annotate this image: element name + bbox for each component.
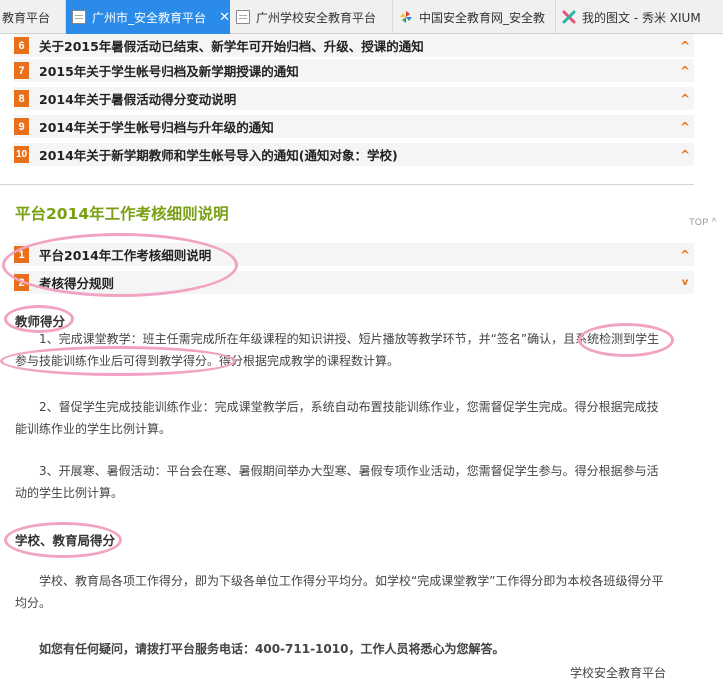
back-to-top-link[interactable]: TOP ^ xyxy=(689,217,717,228)
tab-label: 广州学校安全教育平台 xyxy=(256,10,377,25)
teacher-rule-2: 2、督促学生完成技能训练作业：完成课堂教学后，系统自动布置技能训练作业，您需督促… xyxy=(15,396,670,440)
school-rule: 学校、教育局各项工作得分，即为下级各单位工作得分平均分。如学校“完成课堂教学”工… xyxy=(15,570,670,614)
chevron-up-icon[interactable]: ^ xyxy=(676,39,694,53)
pinwheel-icon xyxy=(400,11,412,23)
notice-title[interactable]: 关于2015年暑假活动已结束、新学年可开始归档、升级、授课的通知 xyxy=(39,36,676,55)
footer-signature: 学校安全教育平台 xyxy=(570,666,667,680)
chevron-up-icon[interactable]: ^ xyxy=(676,148,694,162)
notice-item[interactable]: 9 2014年关于学生帐号归档与升年级的通知 ^ xyxy=(14,115,694,138)
close-icon[interactable]: ✕ xyxy=(219,10,230,25)
notice-item[interactable]: 7 2015年关于学生帐号归档及新学期授课的通知 ^ xyxy=(14,59,694,82)
notice-title[interactable]: 2014年关于新学期教师和学生帐号导入的通知(通知对象：学校) xyxy=(39,145,676,164)
notice-number: 10 xyxy=(14,146,29,163)
rule-title[interactable]: 考核得分规则 xyxy=(39,273,676,292)
rule-item[interactable]: 2 考核得分规则 v xyxy=(14,271,694,294)
school-score-heading: 学校、教育局得分 xyxy=(15,533,116,548)
teacher-rule-1: 1、完成课堂教学：班主任需完成所在年级课程的知识讲授、短片播放等教学环节，并“签… xyxy=(15,328,670,372)
page-icon xyxy=(236,10,250,24)
page-icon xyxy=(72,10,86,24)
notice-item[interactable]: 10 2014年关于新学期教师和学生帐号导入的通知(通知对象：学校) ^ xyxy=(14,143,694,166)
tab-label: 中国安全教育网_安全教 xyxy=(419,10,546,25)
notice-number: 6 xyxy=(14,37,29,54)
notice-title[interactable]: 2014年关于暑假活动得分变动说明 xyxy=(39,89,676,108)
browser-tab-bar: 教育平台 广州市_安全教育平台 ✕ 广州学校安全教育平台 中国安全教育网_安全教… xyxy=(0,0,723,34)
tab-guangzhou-safety-active[interactable]: 广州市_安全教育平台 ✕ xyxy=(66,0,230,34)
xiumi-icon xyxy=(562,10,576,24)
tab-education-platform[interactable]: 教育平台 xyxy=(0,0,66,34)
notice-number: 9 xyxy=(14,118,29,135)
section-divider xyxy=(0,184,694,185)
teacher-rule-3-text: 3、开展寒、暑假活动：平台会在寒、暑假期间举办大型寒、暑假专项作业活动，您需督促… xyxy=(15,464,659,500)
top-link-label: TOP xyxy=(689,217,709,227)
rule-number: 2 xyxy=(14,274,29,291)
teacher-rule-1-text: 1、完成课堂教学：班主任需完成所在年级课程的知识讲授、短片播放等教学环节，并“签… xyxy=(15,332,660,368)
tab-label: 广州市_安全教育平台 xyxy=(92,10,207,25)
rule-number: 1 xyxy=(14,246,29,263)
notice-title[interactable]: 2015年关于学生帐号归档及新学期授课的通知 xyxy=(39,61,676,80)
chevron-up-icon[interactable]: ^ xyxy=(676,64,694,78)
teacher-rule-2-text: 2、督促学生完成技能训练作业：完成课堂教学后，系统自动布置技能训练作业，您需督促… xyxy=(15,400,659,436)
tab-china-safety-edu[interactable]: 中国安全教育网_安全教 xyxy=(393,0,556,34)
notice-number: 7 xyxy=(14,62,29,79)
section-title: 平台2014年工作考核细则说明 xyxy=(15,205,229,223)
rule-item[interactable]: 1 平台2014年工作考核细则说明 ^ xyxy=(14,243,694,266)
teacher-rule-3: 3、开展寒、暑假活动：平台会在寒、暑假期间举办大型寒、暑假专项作业活动，您需督促… xyxy=(15,460,670,504)
notice-number: 8 xyxy=(14,90,29,107)
notice-title[interactable]: 2014年关于学生帐号归档与升年级的通知 xyxy=(39,117,676,136)
notice-item[interactable]: 8 2014年关于暑假活动得分变动说明 ^ xyxy=(14,87,694,110)
tab-label: 教育平台 xyxy=(2,10,51,25)
tab-guangzhou-school-safety[interactable]: 广州学校安全教育平台 xyxy=(230,0,393,34)
contact-info: 如您有任何疑问，请拨打平台服务电话：400-711-1010，工作人员将悉心为您… xyxy=(39,642,505,656)
chevron-up-icon[interactable]: ^ xyxy=(676,120,694,134)
page-content: 6 关于2015年暑假活动已结束、新学年可开始归档、升级、授课的通知 ^ 7 2… xyxy=(0,34,723,691)
chevron-up-icon[interactable]: ^ xyxy=(676,248,694,262)
notice-item[interactable]: 6 关于2015年暑假活动已结束、新学年可开始归档、升级、授课的通知 ^ xyxy=(14,34,694,57)
chevron-up-icon[interactable]: ^ xyxy=(676,92,694,106)
school-rule-text: 学校、教育局各项工作得分，即为下级各单位工作得分平均分。如学校“完成课堂教学”工… xyxy=(15,574,664,610)
tab-xiumi[interactable]: 我的图文 - 秀米 XIUM xyxy=(556,0,723,34)
tab-label: 我的图文 - 秀米 XIUM xyxy=(582,10,701,25)
rule-title[interactable]: 平台2014年工作考核细则说明 xyxy=(39,245,676,264)
chevron-down-icon[interactable]: v xyxy=(676,277,694,288)
chevron-up-icon: ^ xyxy=(711,217,717,228)
